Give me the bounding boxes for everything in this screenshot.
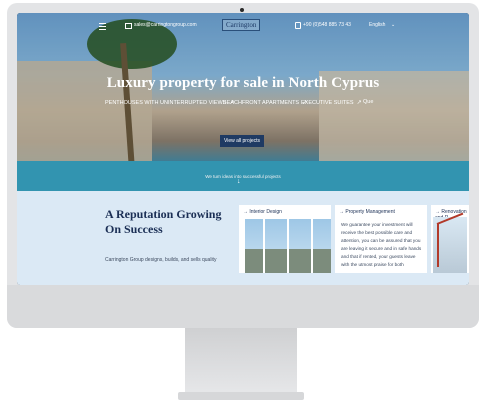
monitor-stand — [185, 328, 297, 394]
card-title: → Interior Design — [243, 209, 282, 215]
service-card-property-management[interactable]: → Property Management We guarantee your … — [335, 205, 427, 273]
chip-label: BEACHFRONT APARTMENTS — [223, 100, 300, 106]
window-frame — [263, 219, 265, 273]
chevron-down-icon[interactable]: ⌄ — [391, 22, 395, 28]
imac-monitor: sales@carringtongroup.com Carrington +90… — [7, 3, 479, 328]
arrow-down-icon[interactable]: ↓ — [237, 178, 241, 185]
email-link[interactable]: sales@carringtongroup.com — [134, 22, 197, 28]
chip-penthouses[interactable]: PENTHOUSES WITH UNINTERRUPTED VIEWS ↗ — [105, 99, 234, 106]
window-frame — [287, 219, 289, 273]
window-frame — [311, 219, 313, 273]
chip-label: EXECUTIVE SUITES — [301, 100, 354, 106]
chip-label: Que — [363, 99, 374, 105]
construction-image — [433, 217, 467, 273]
top-navigation: sales@carringtongroup.com Carrington +90… — [17, 19, 469, 35]
hero-headline: Luxury property for sale in North Cyprus — [106, 75, 380, 91]
section-title: A Reputation Growing On Success — [105, 207, 222, 236]
service-card-renovation[interactable]: → Renovation and R — [431, 205, 469, 273]
chip-beachfront[interactable]: BEACHFRONT APARTMENTS ↗ — [223, 99, 307, 106]
language-selector[interactable]: English — [369, 22, 385, 28]
card-text: We guarantee your investment will receiv… — [341, 222, 422, 267]
screen: sales@carringtongroup.com Carrington +90… — [17, 13, 469, 285]
card-title: → Property Management — [339, 209, 395, 215]
window-view-image — [245, 219, 331, 273]
about-section: A Reputation Growing On Success Carringt… — [17, 191, 469, 285]
site-logo[interactable]: Carrington — [222, 19, 261, 31]
camera-icon — [240, 8, 244, 12]
section-text: Carrington Group designs, builds, and se… — [105, 257, 217, 263]
chip-more[interactable]: Que — [363, 99, 373, 105]
hero-banner: sales@carringtongroup.com Carrington +90… — [17, 13, 469, 191]
monitor-foot — [178, 392, 304, 400]
phone-link[interactable]: +90 (0)548 885 73 43 — [303, 22, 351, 28]
chip-executive-suites[interactable]: EXECUTIVE SUITES ↗ — [301, 99, 362, 106]
arrow-up-right-icon: ↗ — [356, 100, 362, 106]
hamburger-menu-icon[interactable] — [99, 23, 106, 30]
mail-icon — [125, 23, 132, 29]
service-card-interior-design[interactable]: → Interior Design — [239, 205, 331, 273]
view-all-projects-button[interactable]: View all projects — [220, 135, 264, 147]
hero-subtext: We turn ideas into successful projects — [205, 174, 281, 179]
chip-label: PENTHOUSES WITH UNINTERRUPTED VIEWS — [105, 100, 227, 106]
phone-icon — [295, 22, 301, 29]
monitor-chin — [7, 285, 479, 328]
